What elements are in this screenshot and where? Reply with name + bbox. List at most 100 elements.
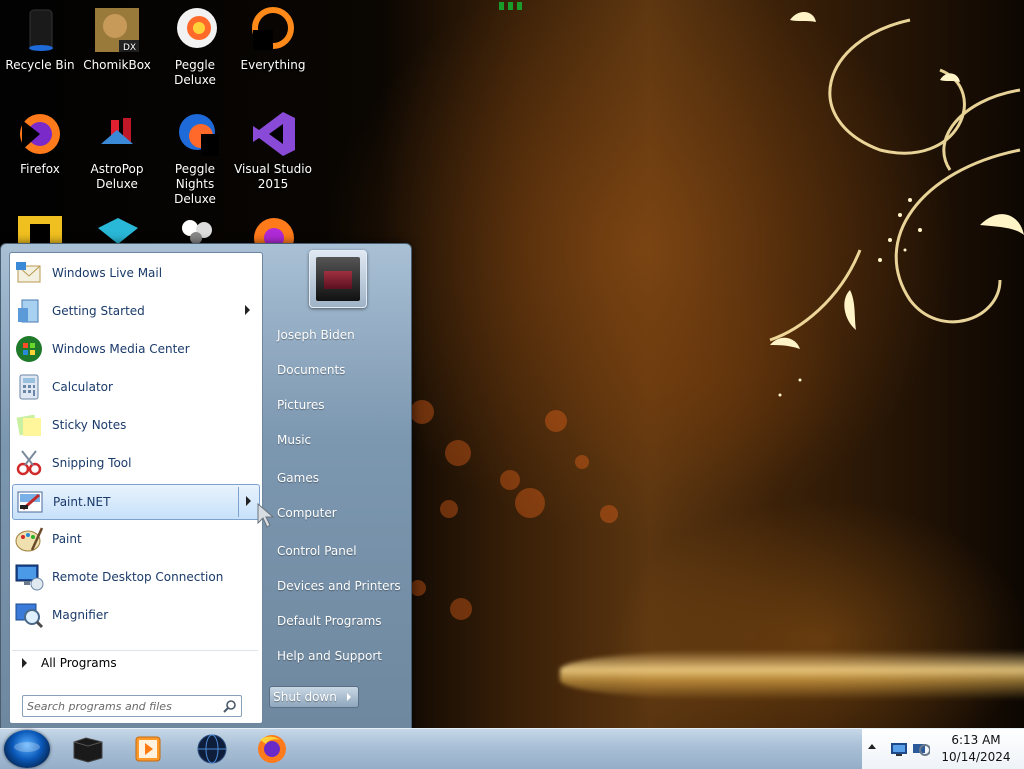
recycle-bin-icon (16, 6, 64, 54)
app-icon (254, 218, 294, 244)
search-input[interactable] (27, 698, 217, 714)
program-item-getting-started[interactable]: Getting Started (12, 294, 258, 328)
desktop-icon-peggle-deluxe[interactable]: Peggle Deluxe (155, 6, 235, 88)
action-center-icon[interactable] (890, 741, 908, 757)
start-menu-places-pane: Joseph Biden Documents Pictures Music Ga… (263, 244, 411, 729)
magnifier-icon (14, 600, 44, 630)
shutdown-options-arrow-icon[interactable] (340, 686, 359, 708)
peggle-nights-icon (171, 110, 219, 158)
network-icon[interactable] (912, 741, 930, 757)
desktop-icon-firefox[interactable]: Firefox (0, 110, 80, 177)
paint-icon (14, 524, 44, 554)
taskbar: 6:13 AM 10/14/2024 (0, 728, 1024, 769)
globe-icon (197, 734, 227, 764)
search-icon[interactable] (223, 699, 237, 713)
app-icon (98, 218, 138, 244)
taskbar-app-globe[interactable] (190, 732, 234, 766)
desktop-icon-label: Recycle Bin (5, 58, 75, 72)
user-avatar[interactable] (309, 250, 367, 308)
clock-time: 6:13 AM (951, 733, 1001, 747)
desktop-icon-label: Visual Studio 2015 (234, 162, 312, 191)
golden-swirl-icon (769, 11, 1024, 397)
peggle-deluxe-icon (171, 6, 219, 54)
mail-icon (14, 258, 44, 288)
taskbar-app-firefox[interactable] (250, 732, 294, 766)
desktop-icon-label: ChomikBox (83, 58, 151, 72)
program-item-calculator[interactable]: Calculator (12, 370, 258, 404)
desktop-icon-peggle-nights-deluxe[interactable]: Peggle Nights Deluxe (155, 110, 235, 207)
place-link-control-panel[interactable]: Control Panel (269, 538, 415, 564)
taskbar-app-media-player[interactable] (126, 732, 170, 766)
desktop-icon-everything[interactable]: Everything (233, 6, 313, 73)
program-item-label: Snipping Tool (52, 456, 132, 470)
clock-date: 10/14/2024 (941, 750, 1011, 764)
place-link-default-programs[interactable]: Default Programs (269, 608, 415, 634)
program-item-label: Sticky Notes (52, 418, 127, 432)
show-hidden-icons-arrow-icon[interactable] (868, 744, 876, 749)
desktop-icon-partial[interactable] (16, 214, 64, 244)
place-link-documents[interactable]: Documents (269, 357, 415, 383)
program-item-windows-media-center[interactable]: Windows Media Center (12, 332, 258, 366)
everything-icon (249, 6, 297, 54)
program-item-windows-live-mail[interactable]: Windows Live Mail (12, 256, 258, 290)
paint-net-icon (15, 487, 45, 517)
start-orb-button[interactable] (4, 730, 50, 768)
wallpaper-ornament-icon (499, 2, 522, 10)
desktop-icon-recycle-bin[interactable]: Recycle Bin (0, 6, 80, 73)
taskbar-app-window[interactable] (66, 732, 110, 766)
program-item-label: Paint.NET (53, 495, 111, 509)
start-menu-programs-pane: Windows Live Mail Getting Started Window… (9, 252, 263, 724)
desktop-icon-chomikbox[interactable]: DX ChomikBox (77, 6, 157, 73)
program-item-snipping-tool[interactable]: Snipping Tool (12, 446, 258, 480)
program-item-paint[interactable]: Paint (12, 522, 258, 556)
desktop-icon-visual-studio-2015[interactable]: Visual Studio 2015 (233, 110, 313, 192)
visual-studio-icon (249, 110, 297, 158)
desktop-icon-label: Peggle Nights Deluxe (174, 162, 216, 206)
system-tray: 6:13 AM 10/14/2024 (862, 729, 1024, 769)
desktop-icon-astropop-deluxe[interactable]: AstroPop Deluxe (77, 110, 157, 192)
program-item-label: Windows Media Center (52, 342, 190, 356)
desktop-icon-label: Firefox (20, 162, 60, 176)
app-icon (18, 216, 62, 244)
app-icon (182, 220, 212, 244)
program-item-paint-net[interactable]: Paint.NET (12, 484, 260, 520)
program-item-magnifier[interactable]: Magnifier (12, 598, 258, 632)
desktop-icon-partial[interactable] (172, 214, 220, 244)
program-item-label: Calculator (52, 380, 113, 394)
remote-desktop-icon (14, 562, 44, 592)
place-link-pictures[interactable]: Pictures (269, 392, 415, 418)
all-programs-label: All Programs (41, 656, 117, 670)
desktop-icon-label: AstroPop Deluxe (90, 162, 144, 191)
program-item-remote-desktop-connection[interactable]: Remote Desktop Connection (12, 560, 258, 594)
calculator-icon (14, 372, 44, 402)
svg-text:DX: DX (123, 43, 136, 53)
desktop-icon-label: Everything (240, 58, 306, 72)
submenu-arrow-icon[interactable] (246, 496, 251, 506)
place-link-games[interactable]: Games (269, 465, 415, 491)
desktop-icon-partial[interactable] (94, 214, 142, 244)
program-item-label: Remote Desktop Connection (52, 570, 224, 584)
snipping-tool-icon (14, 448, 44, 478)
astropop-icon (93, 110, 141, 158)
place-link-help-and-support[interactable]: Help and Support (269, 643, 415, 669)
desktop-icon-label: Peggle Deluxe (174, 58, 216, 87)
start-menu: Windows Live Mail Getting Started Window… (0, 243, 412, 730)
media-player-icon (135, 736, 161, 762)
place-link-music[interactable]: Music (269, 427, 415, 453)
place-link-user[interactable]: Joseph Biden (269, 322, 415, 348)
sticky-notes-icon (14, 410, 44, 440)
submenu-arrow-icon[interactable] (245, 305, 250, 315)
window-icon (73, 737, 103, 763)
program-item-label: Paint (52, 532, 82, 546)
taskbar-clock[interactable]: 6:13 AM 10/14/2024 (932, 732, 1020, 766)
shutdown-button[interactable]: Shut down (269, 686, 341, 708)
place-link-computer[interactable]: Computer (269, 500, 415, 526)
place-link-devices-and-printers[interactable]: Devices and Printers (269, 573, 415, 599)
program-item-sticky-notes[interactable]: Sticky Notes (12, 408, 258, 442)
program-item-label: Windows Live Mail (52, 266, 163, 280)
mouse-cursor-icon (257, 503, 275, 528)
chevron-right-icon (22, 658, 27, 668)
all-programs-button[interactable]: All Programs (12, 650, 258, 675)
media-center-icon (14, 334, 44, 364)
desktop-icon-partial[interactable] (250, 214, 298, 244)
